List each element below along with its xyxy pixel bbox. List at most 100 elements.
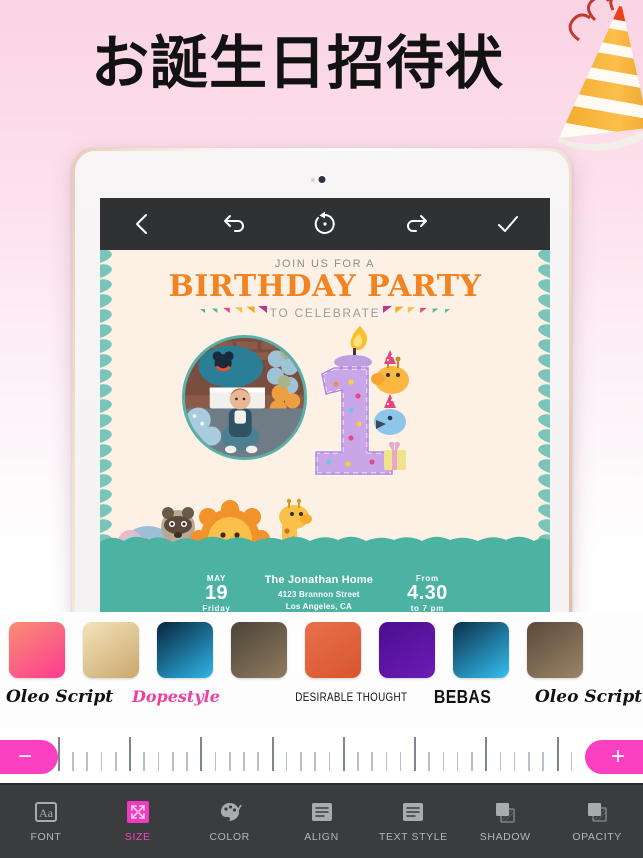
svg-text:Aa: Aa xyxy=(39,806,54,820)
toolbar-item-label: FONT xyxy=(30,831,62,843)
ruler-major-tick xyxy=(271,737,274,771)
font-thumbnail[interactable] xyxy=(157,622,213,678)
birthday-party-title[interactable]: BIRTHDAY PARTY xyxy=(100,271,550,303)
bunting-flag xyxy=(432,308,439,317)
toolbar-item-shadow[interactable]: SHADOW xyxy=(459,800,551,843)
ruler-minor-tick xyxy=(100,752,103,771)
bunting-flag xyxy=(445,308,451,317)
photo-placeholder[interactable] xyxy=(182,335,307,460)
font-name-label[interactable]: Oleo Script xyxy=(6,688,113,706)
font-name-label[interactable]: Dopestyle xyxy=(132,689,220,705)
font-swatch-item[interactable] xyxy=(370,612,444,678)
time-from: 4.30 xyxy=(407,582,448,604)
date-day: 19 xyxy=(204,582,228,604)
ruler-minor-tick xyxy=(471,752,473,771)
ruler-minor-tick xyxy=(513,752,516,771)
ruler-minor-tick xyxy=(228,752,231,771)
ruler-minor-tick xyxy=(171,752,174,771)
ruler-major-tick xyxy=(414,737,417,771)
candle-number-decoration xyxy=(314,326,409,476)
font-aa-icon: Aa xyxy=(34,800,58,824)
bunting-flag xyxy=(234,306,242,318)
font-swatch-item[interactable] xyxy=(148,612,222,678)
font-thumbnail[interactable] xyxy=(9,622,65,678)
checkmark-icon xyxy=(498,216,518,232)
font-thumbnail[interactable] xyxy=(379,622,435,678)
toolbar-item-font[interactable]: Aa FONT xyxy=(0,800,92,843)
toolbar-item-label: ALIGN xyxy=(304,831,339,843)
ruler-minor-tick xyxy=(399,752,402,771)
toolbar-item-color[interactable]: COLOR xyxy=(184,800,276,843)
font-swatch-item[interactable] xyxy=(296,612,370,678)
toolbar-item-text-style[interactable]: TEXT STYLE xyxy=(367,800,459,843)
font-name-label[interactable]: BEBAS xyxy=(434,688,491,706)
ruler-minor-tick xyxy=(143,752,146,771)
bunting-flag xyxy=(408,306,416,318)
font-swatch-item[interactable] xyxy=(74,612,148,678)
toolbar-item-size[interactable]: SIZE xyxy=(92,800,184,843)
ruler-minor-tick xyxy=(72,752,74,771)
invitation-footer-info: MAY 19 Friday The Jonathan Home 4123 Bra… xyxy=(100,574,550,613)
bunting-left xyxy=(198,305,267,320)
page-title: お誕生日招待状 xyxy=(90,29,504,97)
back-button[interactable] xyxy=(122,204,162,244)
bunting-flag xyxy=(383,305,393,320)
font-thumbnail[interactable] xyxy=(231,622,287,678)
font-thumbnail[interactable] xyxy=(527,622,583,678)
ruler-minor-tick xyxy=(442,752,445,771)
size-ruler[interactable] xyxy=(58,730,585,783)
confirm-button[interactable] xyxy=(488,204,528,244)
shadow-squares-icon xyxy=(493,800,517,824)
bunting-flag xyxy=(395,306,404,319)
font-thumbnail[interactable] xyxy=(453,622,509,678)
to-celebrate-text: TO CELEBRATE xyxy=(269,305,381,320)
font-swatch-item[interactable] xyxy=(222,612,296,678)
bottom-toolbar[interactable]: Aa FONT SIZE COLOR ALIGN TEXT STYLE SHADOW OPAC… xyxy=(0,783,643,858)
toolbar-item-label: SHADOW xyxy=(479,831,531,843)
toolbar-item-label: OPACITY xyxy=(572,831,622,843)
bunting-right xyxy=(383,305,452,320)
toolbar-item-align[interactable]: ALIGN xyxy=(276,800,368,843)
font-thumbnail[interactable] xyxy=(305,622,361,678)
increase-size-button[interactable]: + xyxy=(585,739,643,774)
text-style-lines-icon xyxy=(401,800,425,824)
undo-button[interactable] xyxy=(214,204,254,244)
toolbar-item-label: COLOR xyxy=(209,831,250,843)
font-thumbnail[interactable] xyxy=(83,622,139,678)
celebrate-row: TO CELEBRATE xyxy=(100,305,550,320)
font-swatch-item[interactable] xyxy=(518,612,592,678)
font-swatch-item[interactable] xyxy=(444,612,518,678)
birthday-baby-photo xyxy=(185,338,304,457)
toolbar-item-opacity[interactable]: OPACITY xyxy=(551,800,643,843)
bunting-flag xyxy=(222,307,230,317)
invitation-header: JOIN US FOR A BIRTHDAY PARTY TO CELEBRAT… xyxy=(100,258,550,320)
redo-button[interactable] xyxy=(397,204,437,244)
ruler-minor-tick xyxy=(385,752,388,771)
font-name-label[interactable]: DESIRABLE THOUGHT xyxy=(295,691,407,703)
tablet-device-frame: JOIN US FOR A BIRTHDAY PARTY TO CELEBRAT… xyxy=(72,148,572,618)
ruler-minor-tick xyxy=(371,752,373,771)
reset-button[interactable] xyxy=(305,204,345,244)
front-camera-icon xyxy=(318,176,326,183)
minus-icon: − xyxy=(17,742,32,770)
decrease-size-button[interactable]: − xyxy=(0,739,58,774)
redo-arrow-icon xyxy=(406,215,427,232)
size-slider-row[interactable]: − + xyxy=(0,730,643,783)
ruler-minor-tick xyxy=(456,752,459,771)
opacity-squares-icon xyxy=(585,800,609,824)
ruler-minor-tick xyxy=(542,752,544,771)
font-swatch-item[interactable] xyxy=(0,612,74,678)
font-swatch-strip[interactable]: Oleo Script Dopestyle DESIRABLE THOUGHT BEB… xyxy=(0,612,643,730)
invitation-canvas[interactable]: JOIN US FOR A BIRTHDAY PARTY TO CELEBRAT… xyxy=(100,250,550,618)
font-name-label[interactable]: Oleo Script xyxy=(535,688,642,706)
time-column: From 4.30 to 7 pm xyxy=(407,574,448,613)
venue-name: The Jonathan Home xyxy=(264,574,374,586)
font-label-row: Oleo Script Dopestyle DESIRABLE THOUGHT BEB… xyxy=(0,680,643,714)
reset-circular-arrow-icon xyxy=(314,211,335,234)
ruler-major-tick xyxy=(485,737,488,771)
editor-toolbar xyxy=(100,198,550,250)
date-column: MAY 19 Friday xyxy=(202,574,230,613)
ruler-minor-tick xyxy=(243,752,245,771)
ruler-minor-tick xyxy=(285,752,288,771)
ruler-minor-tick xyxy=(570,752,573,771)
